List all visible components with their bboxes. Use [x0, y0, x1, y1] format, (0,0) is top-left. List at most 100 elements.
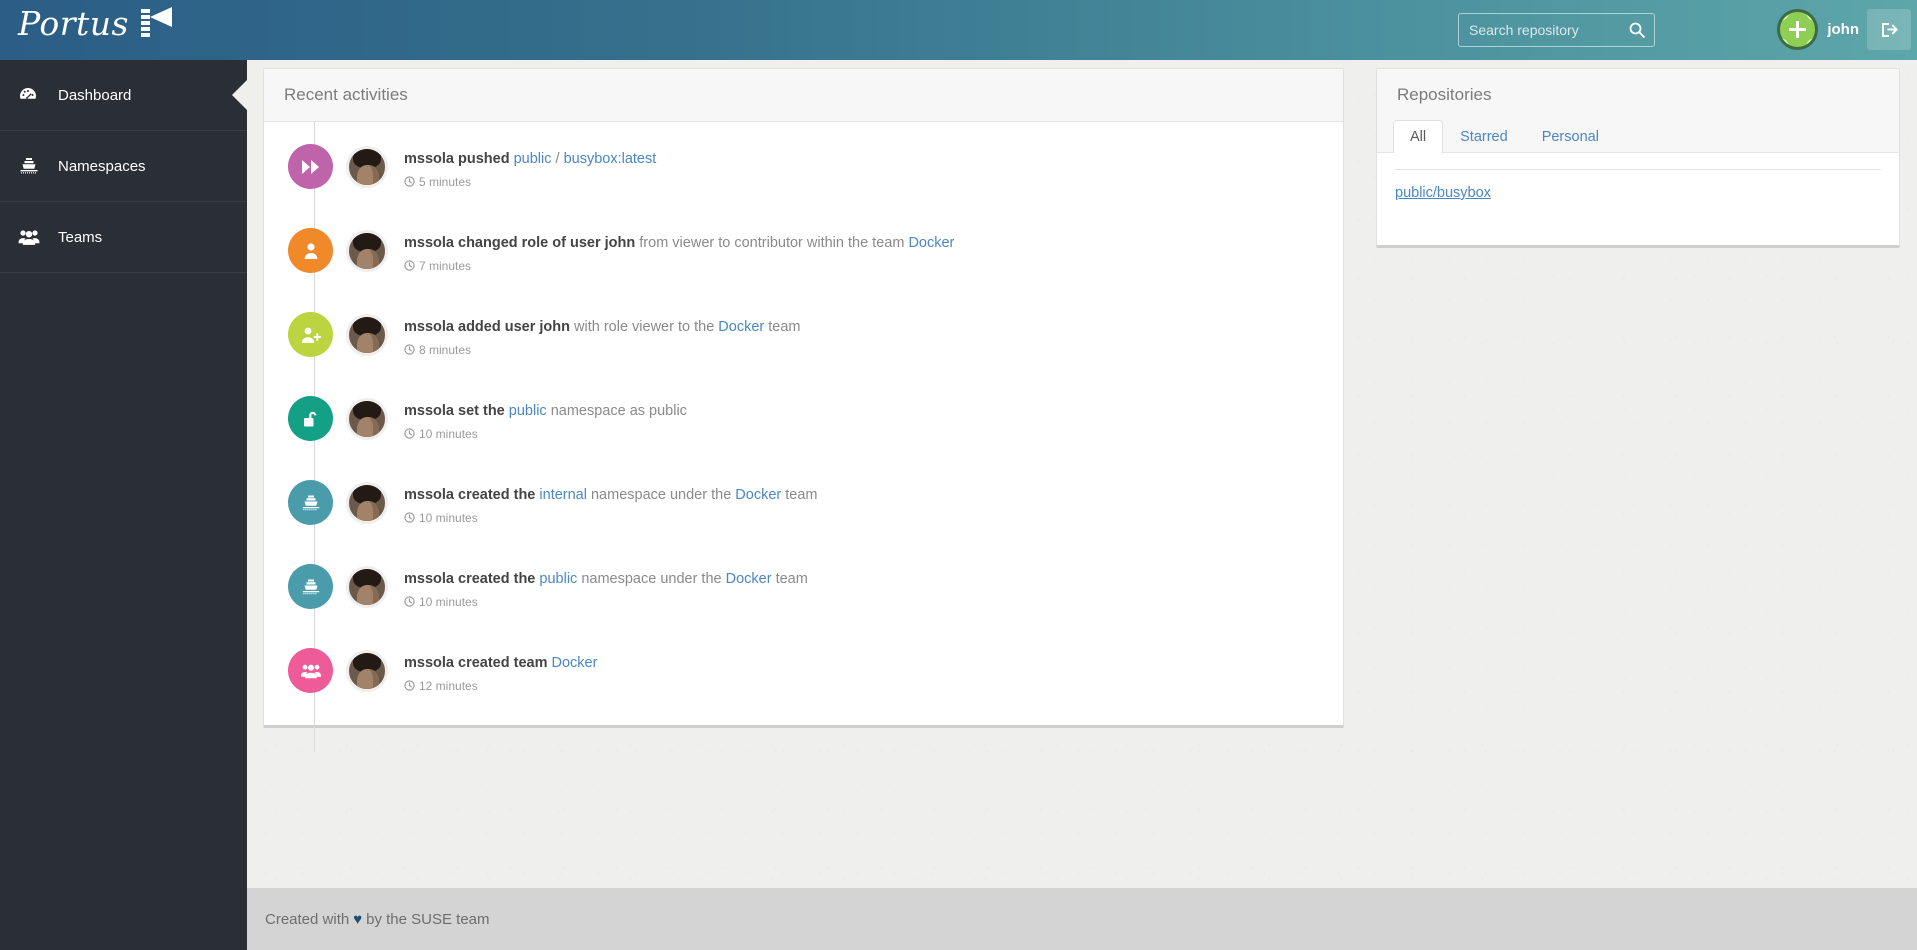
activity-separator: / [551, 151, 564, 167]
activity-rest-suffix: team [764, 319, 801, 335]
unlock-icon [288, 396, 333, 441]
repositories-title: Repositories [1377, 69, 1899, 115]
list-divider [1395, 169, 1881, 170]
avatar[interactable] [1777, 9, 1819, 50]
activity-time: 5 minutes [404, 175, 656, 189]
activity-rest-suffix: namespace under the [586, 487, 736, 503]
activity-actor: mssola set the [404, 403, 505, 419]
activity-rest-suffix-2: team [771, 571, 808, 587]
avatar [346, 398, 388, 440]
sidebar-item-label: Teams [58, 228, 103, 246]
activity-time: 8 minutes [404, 343, 801, 357]
activity-text: mssola set the public namespace as publi… [404, 402, 687, 422]
activity-time: 7 minutes [404, 259, 954, 273]
activity-text: mssola created the public namespace unde… [404, 570, 808, 590]
footer-prefix: Created with [265, 910, 350, 928]
repositories-tabs: All Starred Personal [1377, 115, 1899, 153]
page-footer: Created with ♥ by the SUSE team [247, 888, 1917, 950]
fast-forward-icon [288, 144, 333, 189]
avatar [346, 650, 388, 692]
app-logo-text: Portus [18, 4, 129, 43]
avatar [346, 482, 388, 524]
activity-item: mssola created the internal namespace un… [264, 480, 1343, 546]
search-input[interactable] [1469, 14, 1624, 46]
activity-actor: mssola created the [404, 571, 536, 587]
search-icon[interactable] [1628, 21, 1646, 39]
activity-item: mssola created the public namespace unde… [264, 564, 1343, 630]
activity-link-team[interactable]: Docker [552, 655, 598, 671]
activity-text: mssola pushed public / busybox:latest [404, 150, 656, 170]
activity-body: mssola changed role of user john from vi… [404, 228, 954, 273]
activity-timeline: mssola pushed public / busybox:latest 5 … [264, 122, 1343, 762]
activity-time-label: 10 minutes [419, 594, 478, 609]
activity-item: mssola added user john with role viewer … [264, 312, 1343, 378]
sidebar-item-teams[interactable]: Teams [0, 202, 247, 273]
sidebar-item-label: Dashboard [58, 86, 132, 104]
clock-icon [404, 596, 415, 607]
clock-icon [404, 428, 415, 439]
activity-time-label: 5 minutes [419, 174, 472, 189]
activity-body: mssola created the public namespace unde… [404, 564, 808, 609]
activity-time: 10 minutes [404, 427, 687, 441]
ship-icon [18, 156, 52, 176]
activity-time: 10 minutes [404, 511, 818, 525]
list-item[interactable]: public/busybox [1395, 185, 1491, 201]
activity-rest-prefix: with role viewer to the [570, 319, 719, 335]
recent-activities-card: Recent activities mssola pushed public /… [263, 68, 1344, 752]
repositories-list: public/busybox [1377, 153, 1899, 220]
avatar [346, 146, 388, 188]
activity-time-label: 10 minutes [419, 426, 478, 441]
dashboard-gauge-icon [18, 85, 52, 105]
activity-rest-prefix: from viewer to contributor within the te… [635, 235, 909, 251]
sidebar-item-namespaces[interactable]: Namespaces [0, 131, 247, 202]
tab-starred[interactable]: Starred [1443, 120, 1525, 153]
activity-text: mssola added user john with role viewer … [404, 318, 801, 338]
avatar [346, 566, 388, 608]
app-logo[interactable]: Portus [18, 4, 173, 43]
activity-body: mssola set the public namespace as publi… [404, 396, 687, 441]
sidebar-item-label: Namespaces [58, 157, 146, 175]
sign-out-icon [1882, 22, 1898, 37]
activity-link-team[interactable]: Docker [908, 235, 954, 251]
username-label: john [1827, 21, 1859, 38]
activity-actor: mssola added user john [404, 319, 570, 335]
tab-personal[interactable]: Personal [1525, 120, 1616, 153]
recent-activities-title: Recent activities [264, 69, 1343, 122]
activity-text: mssola changed role of user john from vi… [404, 234, 954, 254]
activity-link-repository[interactable]: busybox:latest [564, 151, 657, 167]
activity-link-team[interactable]: Docker [735, 487, 781, 503]
sidebar-item-dashboard[interactable]: Dashboard [0, 60, 247, 131]
activity-link-namespace[interactable]: public [509, 403, 547, 419]
activity-item: mssola pushed public / busybox:latest 5 … [264, 144, 1343, 210]
clock-icon [404, 680, 415, 691]
activity-link-team[interactable]: Docker [718, 319, 764, 335]
logout-button[interactable] [1867, 9, 1911, 50]
users-group-icon [288, 648, 333, 693]
users-group-icon [18, 228, 52, 246]
activity-body: mssola created team Docker 12 minutes [404, 648, 597, 693]
activity-item: mssola changed role of user john from vi… [264, 228, 1343, 294]
activity-body: mssola created the internal namespace un… [404, 480, 818, 525]
activity-rest-suffix-2: team [781, 487, 818, 503]
activity-time-label: 10 minutes [419, 510, 478, 525]
ship-icon [288, 564, 333, 609]
activity-rest-suffix: namespace as public [546, 403, 687, 419]
repositories-card: Repositories All Starred Personal public… [1376, 68, 1900, 248]
heart-icon: ♥ [353, 910, 363, 928]
tab-all[interactable]: All [1393, 120, 1444, 153]
activity-link-namespace[interactable]: public [539, 571, 577, 587]
activity-link-namespace[interactable]: internal [539, 487, 587, 503]
activity-item: mssola created team Docker 12 minutes [264, 648, 1343, 714]
clock-icon [404, 344, 415, 355]
avatar [346, 230, 388, 272]
activity-link-team[interactable]: Docker [726, 571, 772, 587]
footer-suffix: by the SUSE team [366, 910, 490, 928]
activity-time: 12 minutes [404, 679, 597, 693]
activity-time-label: 7 minutes [419, 258, 472, 273]
activity-item: mssola set the public namespace as publi… [264, 396, 1343, 462]
activity-link-namespace[interactable]: public [514, 151, 552, 167]
top-header-bar: Portus john [0, 0, 1917, 60]
ship-icon [288, 480, 333, 525]
user-area[interactable]: john [1777, 9, 1859, 50]
search-repository-box[interactable] [1458, 13, 1655, 47]
